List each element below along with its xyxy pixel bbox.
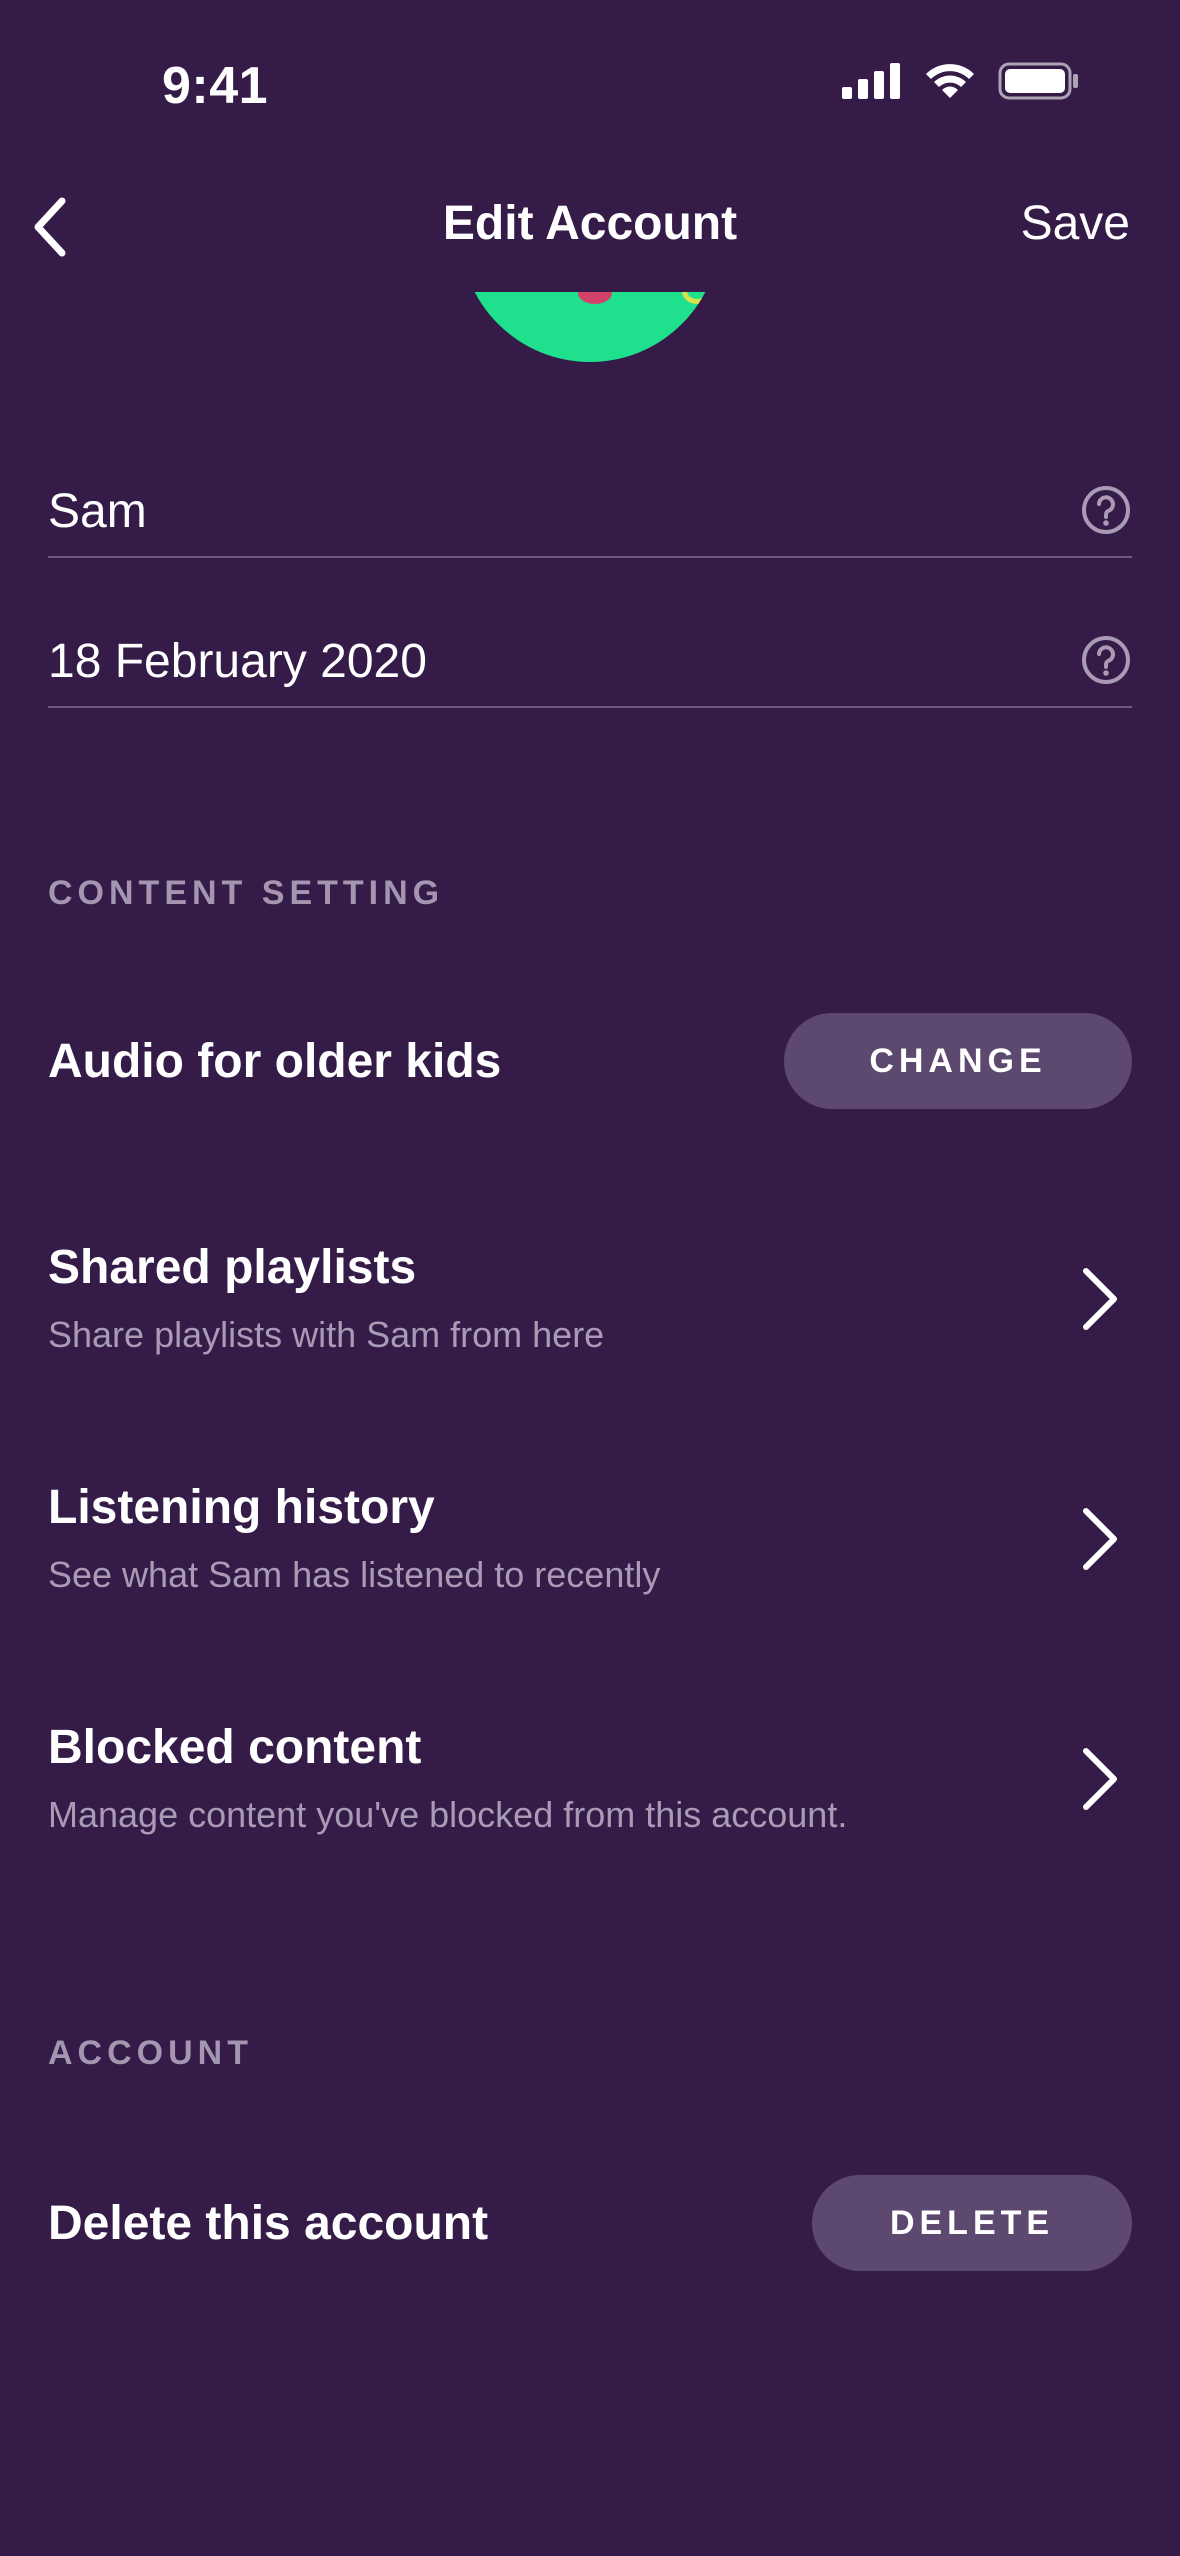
chevron-right-icon [1083, 1508, 1117, 1570]
row-subtitle: See what Sam has listened to recently [48, 1554, 661, 1595]
wifi-icon [926, 64, 974, 98]
row-title: Blocked content [48, 1721, 422, 1774]
cellular-signal-icon [842, 63, 900, 99]
birthday-field-row [48, 612, 1132, 708]
birthday-field[interactable] [48, 634, 1028, 689]
content-level-label: Audio for older kids [48, 1035, 502, 1088]
name-field-row [48, 462, 1132, 558]
status-time: 9:41 [162, 57, 269, 115]
help-icon[interactable] [1080, 634, 1132, 686]
delete-account-label: Delete this account [48, 2197, 489, 2250]
avatar-decoration [578, 292, 612, 304]
page-title: Edit Account [442, 197, 738, 250]
help-icon[interactable] [1080, 484, 1132, 536]
row-subtitle: Share playlists with Sam from here [48, 1314, 605, 1355]
avatar-decoration [682, 292, 712, 304]
section-header-content-setting: CONTENT SETTING [48, 874, 445, 912]
avatar-image [460, 292, 720, 362]
battery-icon [998, 62, 1078, 100]
row-title: Listening history [48, 1481, 435, 1534]
row-subtitle: Manage content you've blocked from this … [48, 1794, 848, 1835]
delete-button[interactable]: DELETE [812, 2175, 1132, 2271]
chevron-right-icon [1083, 1748, 1117, 1810]
save-button[interactable]: Save [1021, 196, 1130, 251]
avatar[interactable] [440, 292, 740, 362]
row-title: Shared playlists [48, 1241, 417, 1294]
chevron-right-icon [1083, 1268, 1117, 1330]
name-field[interactable] [48, 484, 1028, 539]
section-header-account: ACCOUNT [48, 2034, 253, 2072]
status-icons [842, 62, 1080, 100]
change-button[interactable]: CHANGE [784, 1013, 1132, 1109]
